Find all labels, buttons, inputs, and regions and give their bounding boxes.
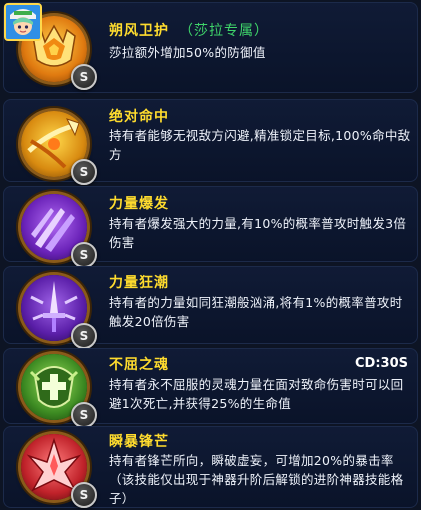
skill-description: 莎拉额外增加50%的防御值 [109, 45, 266, 60]
skill-rank-badge: S [71, 242, 97, 268]
skill-rank-badge: S [71, 64, 97, 90]
skill-exclusive-tag: （莎拉专属） [179, 23, 269, 39]
skill-card[interactable]: S 瞬暴锋芒 持有者锋芒所向，瞬破虚妄，可增加20%的暴击率（该技能仅出现于神器… [3, 426, 418, 508]
skill-card[interactable]: S 不屈之魂 CD:30S 持有者永不屈服的灵魂力量在面对致命伤害时可以回避1次… [3, 348, 418, 428]
skill-description: 持有者永不屈服的灵魂力量在面对致命伤害时可以回避1次死亡,并获得25%的生命值 [109, 377, 404, 411]
skill-name: 绝对命中 [109, 109, 169, 125]
skill-card[interactable]: S 力量狂潮 持有者的力量如同狂潮般汹涌,将有1%的概率普攻时触发20倍伤害 [3, 266, 418, 349]
skill-list: S 朔风卫护 （莎拉专属） 莎拉额外增加50%的防御值 S 绝对命中 持有者能够无… [0, 0, 421, 510]
skill-title: 朔风卫护 （莎拉专属） [109, 20, 269, 40]
skill-name: 朔风卫护 [109, 23, 169, 39]
skill-icon-frame: S [17, 271, 97, 351]
skill-icon-frame: S [17, 190, 97, 270]
skill-card[interactable]: S 力量爆发 持有者爆发强大的力量,有10%的概率普攻时触发3倍伤害 [3, 186, 418, 268]
skill-card[interactable]: S 朔风卫护 （莎拉专属） 莎拉额外增加50%的防御值 [3, 2, 418, 93]
skill-description: 持有者的力量如同狂潮般汹涌,将有1%的概率普攻时触发20倍伤害 [109, 295, 403, 329]
skill-description: 持有者锋芒所向，瞬破虚妄，可增加20%的暴击率（该技能仅出现于神器升阶后解锁的进… [109, 453, 404, 506]
skill-cooldown: CD:30S [355, 356, 408, 371]
skill-name: 不屈之魂 [109, 357, 169, 373]
skill-rank-badge: S [71, 402, 97, 428]
skill-rank-badge: S [71, 482, 97, 508]
skill-name: 瞬暴锋芒 [109, 434, 169, 450]
skill-description: 持有者爆发强大的力量,有10%的概率普攻时触发3倍伤害 [109, 216, 407, 250]
skill-name: 力量狂潮 [109, 275, 169, 291]
skill-icon-frame: S [17, 430, 97, 510]
skill-description: 持有者能够无视敌方闪避,精准锁定目标,100%命中敌方 [109, 128, 411, 162]
skill-name: 力量爆发 [109, 196, 169, 212]
skill-card[interactable]: S 绝对命中 持有者能够无视敌方闪避,精准锁定目标,100%命中敌方 [3, 99, 418, 185]
character-avatar[interactable] [4, 3, 42, 41]
skill-rank-badge: S [71, 323, 97, 349]
skill-icon-frame: S [17, 107, 97, 187]
skill-icon-frame: S [17, 350, 97, 430]
skill-rank-badge: S [71, 159, 97, 185]
